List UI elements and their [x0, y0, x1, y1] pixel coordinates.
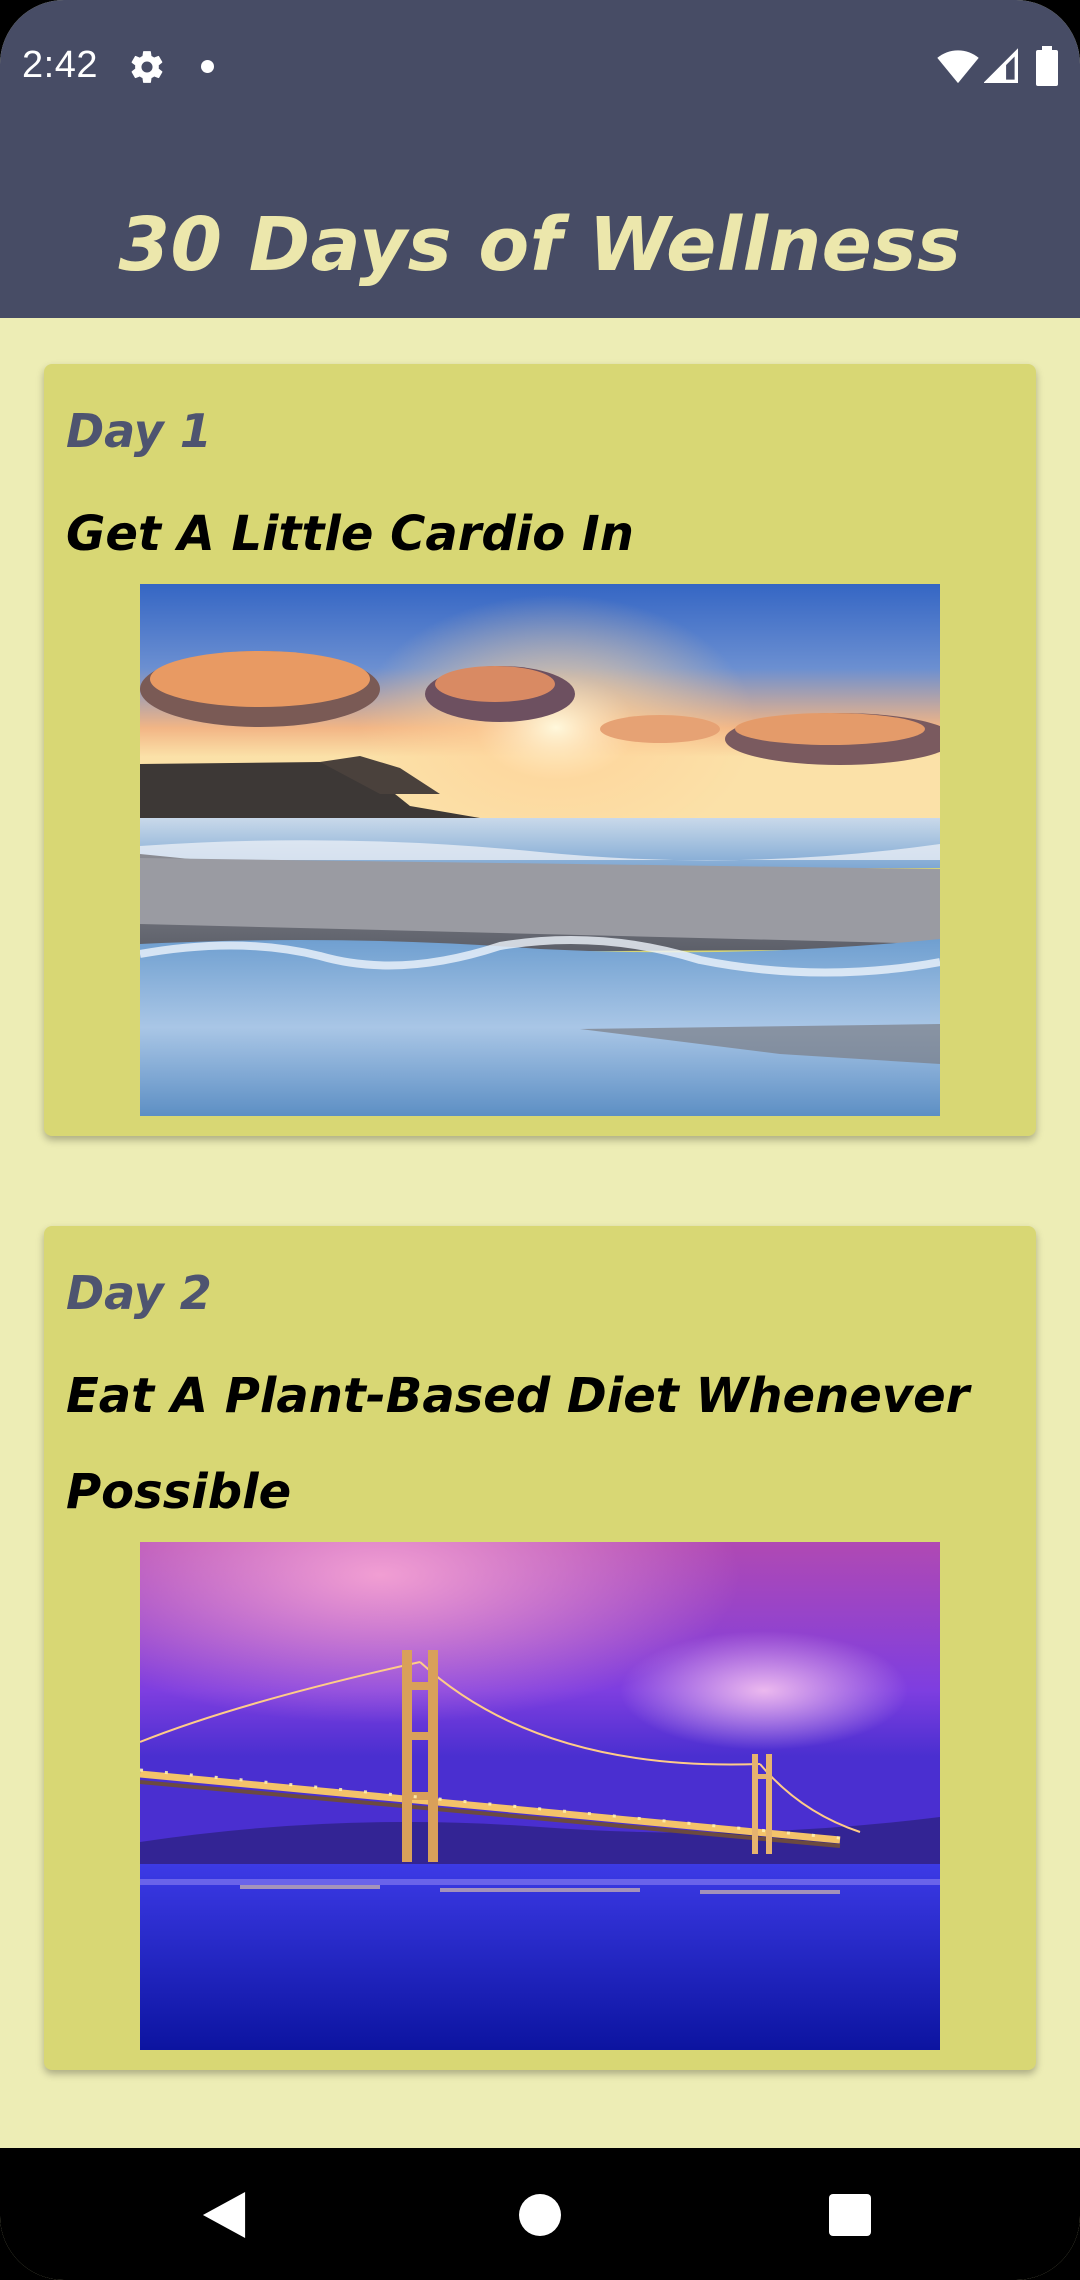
- gear-icon: [131, 51, 163, 83]
- golden-gate-bridge-night-photo: [140, 1542, 940, 2050]
- beach-sunset-photo: [140, 584, 940, 1116]
- day-label: Day 1: [66, 404, 212, 458]
- app-screen: 2:42 30 Days of Wellness Day 1 Get A Lit…: [0, 0, 1080, 2280]
- signal-icon: [984, 48, 1018, 83]
- app-title: 30 Days of Wellness: [118, 202, 962, 288]
- battery-icon: [1036, 46, 1058, 86]
- card-title: Get A Little Cardio In: [66, 506, 634, 562]
- wifi-icon: [937, 50, 979, 84]
- card-title: Eat A Plant-Based Diet Whenever Possible: [66, 1368, 970, 1520]
- day-label: Day 2: [66, 1266, 212, 1320]
- home-button[interactable]: [519, 2194, 561, 2236]
- wellness-card-day-1[interactable]: Day 1 Get A Little Cardio In: [44, 364, 1036, 1136]
- recents-button[interactable]: [829, 2194, 871, 2236]
- top-app-bar: 2:42 30 Days of Wellness: [0, 0, 1080, 318]
- status-bar: 2:42: [0, 0, 1080, 135]
- status-time: 2:42: [22, 44, 98, 86]
- notification-dot-icon: [201, 60, 214, 73]
- wellness-card-day-2[interactable]: Day 2 Eat A Plant-Based Diet Whenever Po…: [44, 1226, 1036, 2070]
- back-button[interactable]: [202, 2192, 246, 2238]
- system-navigation-bar: [0, 2148, 1080, 2280]
